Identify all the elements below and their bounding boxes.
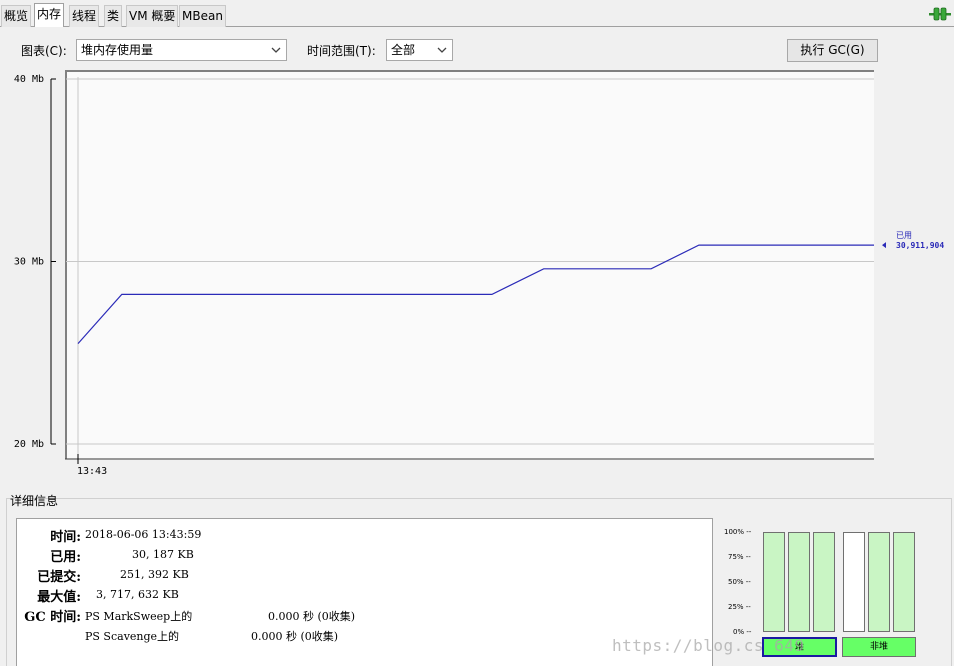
pct-100: 100% -- (724, 528, 752, 536)
heap-pool-bar-3[interactable] (813, 532, 835, 632)
tab-threads[interactable]: 线程 (69, 5, 100, 27)
plot-area (65, 71, 874, 458)
y-tick-label-1: 30 Mb (14, 257, 44, 268)
detail-gc-marksweep-time: 0.000 秒 (0收集) (268, 610, 356, 623)
current-series-value: 30,911,904 (896, 241, 944, 250)
memory-chart: 40 Mb 30 Mb 20 Mb 13:43 已用30,911,904 (14, 70, 944, 477)
current-series-label: 已用 (896, 231, 912, 240)
tab-overview[interactable]: 概览 (1, 5, 32, 27)
heap-pool-bar-1[interactable] (763, 532, 785, 632)
tab-bar: 概览 内存 线程 类 VM 概要 MBean (0, 0, 954, 28)
heap-pool-bar-2[interactable] (788, 532, 810, 632)
current-value-arrow (882, 242, 886, 249)
nonheap-pool-bar-3[interactable] (893, 532, 915, 632)
detail-gc-marksweep: PS MarkSweep上的 (85, 610, 193, 623)
detail-gc-scavenge: PS Scavenge上的 (85, 630, 180, 643)
detail-time-value: 2018-06-06 13:43:59 (85, 528, 202, 541)
memory-panel: 图表(C): 堆内存使用量 时间范围(T): 全部 执行 GC(G) 40 Mb… (0, 27, 954, 666)
pct-25: 25% -- (728, 603, 751, 611)
detail-time-label: 时间: (50, 530, 81, 545)
x-tick-label: 13:43 (77, 466, 107, 477)
details-title: 详细信息 (10, 494, 59, 508)
connection-icon (929, 7, 951, 21)
detail-gc-scavenge-time: 0.000 秒 (0收集) (251, 630, 339, 643)
y-tick-label-2: 20 Mb (14, 439, 44, 450)
y-tick-label-0: 40 Mb (14, 74, 44, 85)
pct-50: 50% -- (728, 578, 751, 586)
non-heap-button[interactable]: 非堆 (842, 637, 916, 657)
pct-75: 75% -- (728, 553, 751, 561)
detail-committed-label: 已提交: (37, 570, 81, 585)
chart-current-value: 已用30,911,904 (882, 231, 944, 250)
pct-0: 0% -- (733, 628, 752, 636)
tab-mbean[interactable]: MBean (179, 5, 226, 27)
nonheap-pool-bar-2[interactable] (868, 532, 890, 632)
detail-gc-time-label: GC 时间: (24, 610, 81, 625)
tab-vm-summary[interactable]: VM 概要 (126, 5, 179, 27)
nonheap-pool-bar-1[interactable] (843, 532, 865, 632)
details-box: 时间: 2018-06-06 13:43:59 已用: 30, 187 KB 已… (16, 518, 713, 666)
chart-grid (65, 70, 874, 460)
detail-max-label: 最大值: (37, 590, 81, 605)
detail-max-value: 3, 717, 632 KB (96, 588, 179, 601)
watermark: https://blog.cs 649 (612, 636, 805, 655)
tab-classes[interactable]: 类 (104, 5, 123, 27)
detail-committed-value: 251, 392 KB (120, 568, 189, 581)
detail-used-value: 30, 187 KB (132, 548, 194, 561)
tab-memory[interactable]: 内存 (34, 3, 65, 28)
detail-used-label: 已用: (50, 550, 81, 565)
